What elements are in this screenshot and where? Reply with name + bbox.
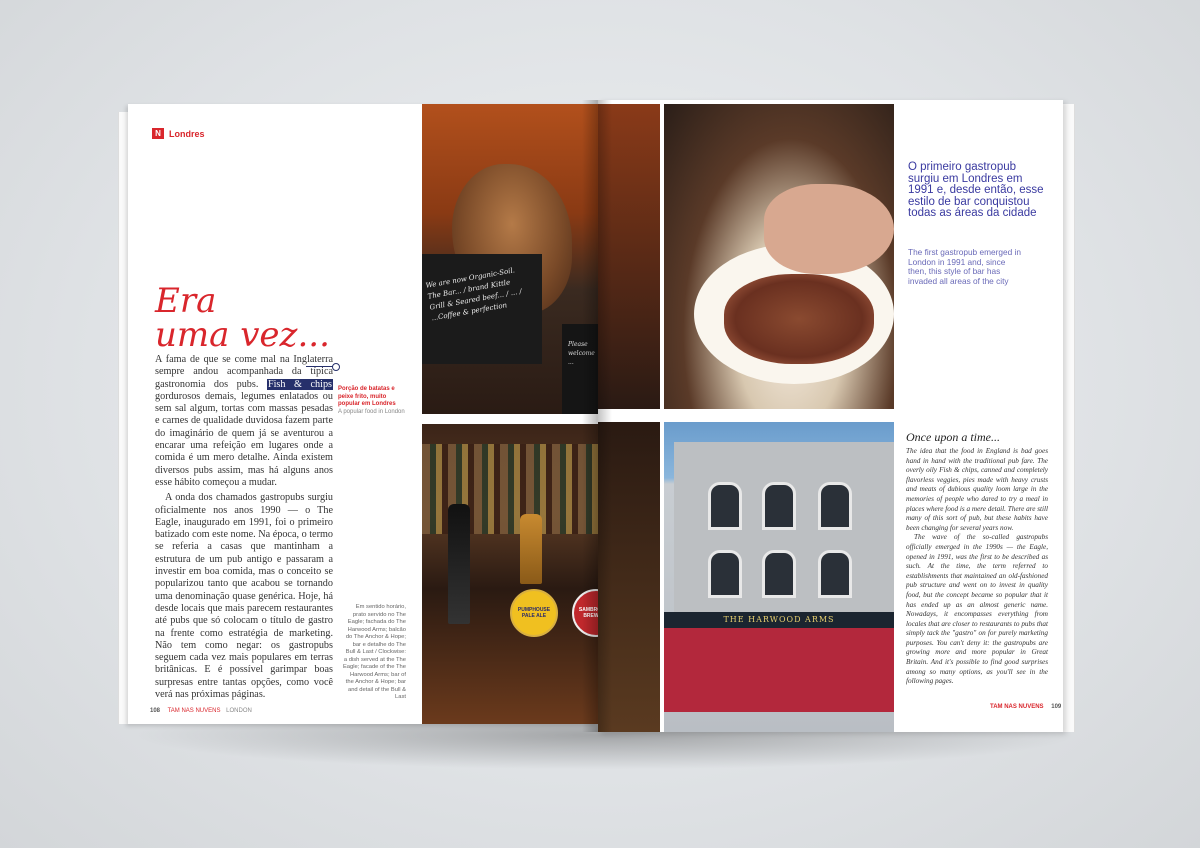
beer-tap-2 xyxy=(520,514,542,584)
magazine-logo-icon: N xyxy=(152,128,164,139)
section-label: Londres xyxy=(169,128,205,139)
window-1 xyxy=(708,482,742,530)
folio-section-left: LONDON xyxy=(226,708,252,714)
photo-plated-dish xyxy=(664,104,894,409)
window-6 xyxy=(818,550,852,598)
callout-text-en: A popular food in London xyxy=(338,408,405,415)
left-page: N Londres Era uma vez... A fama de que s… xyxy=(128,104,598,724)
hand-shape xyxy=(764,184,894,274)
window-5 xyxy=(762,550,796,598)
folio-right: TAM NAS NUVENS 109 xyxy=(990,704,1061,710)
photo-food-left-bleed xyxy=(598,104,660,409)
callout-text-pt: Porção de batatas e peixe frito, muito p… xyxy=(338,386,396,407)
article-paragraph-2: A onda dos chamados gastropubs surgiu of… xyxy=(155,492,333,701)
headline: Era uma vez... xyxy=(155,284,355,352)
chalkboard-small-text: Please welcome ... xyxy=(568,341,595,366)
article-body: A fama de que se come mal na Inglaterra … xyxy=(155,354,334,704)
english-paragraph-2: The wave of the so-called gastropubs off… xyxy=(906,533,1048,686)
chalkboard-small xyxy=(562,324,598,414)
photo-pub-facade: THE HARWOOD ARMS xyxy=(664,422,894,732)
right-page: O primeiro gastropub surgiu em Londres e… xyxy=(598,100,1063,732)
photo-beer-taps: PUMPHOUSE PALE ALE SAMBROOK'S BREWERY xyxy=(422,424,598,724)
pump-clip-sambrooks: SAMBROOK'S BREWERY xyxy=(572,589,598,637)
callout-note: Porção de batatas e peixe frito, muito p… xyxy=(338,386,408,416)
headline-line-1: Era xyxy=(155,281,217,321)
photo-bull-head: We are now Organic-Soil. The Bar... / br… xyxy=(422,104,598,414)
page-number-right: 109 xyxy=(1051,704,1062,710)
english-body: The idea that the food in England is bad… xyxy=(906,447,1048,687)
english-title: Once upon a time... xyxy=(906,430,1000,444)
window-4 xyxy=(708,550,742,598)
roast-meat-shape xyxy=(724,274,874,364)
pub-shopfront xyxy=(664,628,894,712)
publication-name-left: TAM NAS NUVENS xyxy=(167,708,221,714)
folio-left: 108 TAM NAS NUVENS LONDON xyxy=(150,708,252,714)
window-3 xyxy=(818,482,852,530)
pull-quote-en: The first gastropub emerged in London in… xyxy=(908,247,1021,286)
pump-clip-1-text: PUMPHOUSE PALE ALE xyxy=(517,607,551,619)
pump-clip-pale-ale: PUMPHOUSE PALE ALE xyxy=(510,589,558,637)
section-tag: N Londres xyxy=(152,128,205,139)
headline-line-2: uma vez... xyxy=(155,315,330,355)
window-2 xyxy=(762,482,796,530)
photo-caption: Em sentido horário, prato servido no The… xyxy=(342,604,406,700)
fish-and-chips-highlight[interactable]: Fish & chips xyxy=(266,378,334,390)
publication-name-right: TAM NAS NUVENS xyxy=(990,704,1044,710)
callout-dot-icon xyxy=(332,363,340,371)
paragraph-1-end: gordurosos demais, legumes enlatados ou … xyxy=(155,390,333,488)
pull-quote-pt: O primeiro gastropub surgiu em Londres e… xyxy=(908,161,1044,219)
beer-tap-1 xyxy=(448,504,470,624)
photo-bar-left-bleed xyxy=(598,422,660,732)
page-number-left: 108 xyxy=(150,708,161,714)
article-paragraph-1: A fama de que se come mal na Inglaterra … xyxy=(155,354,334,489)
english-paragraph-1: The idea that the food in England is bad… xyxy=(906,447,1048,532)
pub-sign: THE HARWOOD ARMS xyxy=(664,612,894,628)
pump-clip-2-text: SAMBROOK'S BREWERY xyxy=(578,607,598,619)
callout-line xyxy=(306,366,334,367)
